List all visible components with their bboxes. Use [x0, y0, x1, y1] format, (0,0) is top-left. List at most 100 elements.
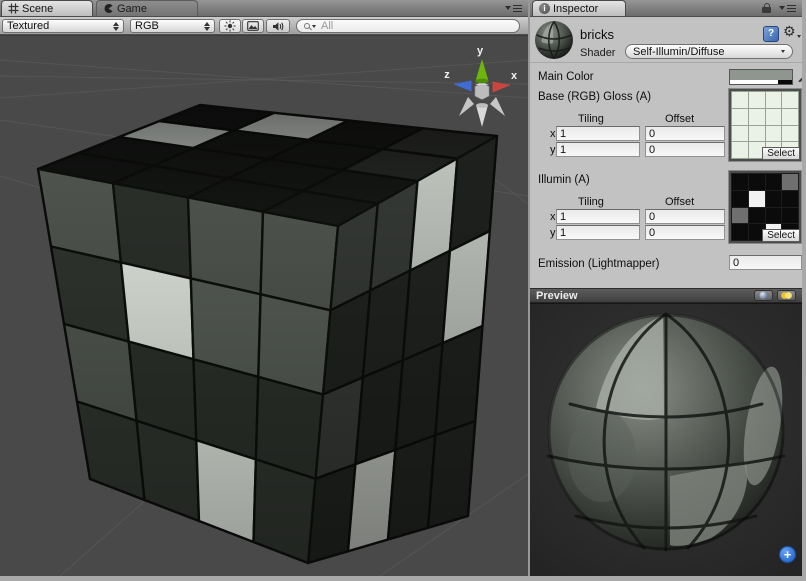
material-header: bricks Shader Self-Illumin/Diffuse ? ⚙	[530, 17, 802, 63]
base-tiling-y-input[interactable]	[556, 142, 640, 157]
orientation-gizmo[interactable]: y x z	[444, 45, 518, 127]
preview-lighting-button[interactable]	[777, 290, 796, 301]
info-icon: i	[539, 3, 550, 14]
sphere-icon	[759, 291, 768, 300]
tab-scene-label: Scene	[22, 3, 53, 15]
material-preview-area[interactable]: +	[530, 303, 802, 576]
tab-inspector-label: Inspector	[553, 3, 598, 15]
gizmo-z-axis-cone[interactable]	[453, 81, 472, 92]
alpha-bar	[730, 80, 792, 84]
eyedropper-icon[interactable]	[797, 67, 806, 82]
menu-bars-icon	[513, 5, 522, 13]
emission-label: Emission (Lightmapper)	[538, 258, 659, 270]
illumin-offset-x-input[interactable]	[645, 209, 725, 224]
inspector-tabbar: i Inspector	[530, 0, 802, 17]
updown-arrows-icon	[200, 22, 210, 31]
material-name: bricks	[580, 27, 614, 42]
gizmo-gray-cone	[459, 97, 474, 116]
gizmo-center-cube	[475, 83, 489, 100]
inspector-panel-menu-icon[interactable]	[779, 5, 802, 17]
illumin-select-button[interactable]: Select	[762, 229, 800, 242]
image-icon	[247, 21, 259, 31]
preview-add-button[interactable]: +	[779, 546, 796, 563]
lock-icon[interactable]	[762, 3, 771, 13]
scene-3d-render: y x z	[0, 36, 528, 576]
base-select-button[interactable]: Select	[762, 147, 800, 160]
preview-sphere-button[interactable]	[754, 290, 773, 301]
row-y-label: y	[550, 227, 556, 239]
scene-viewport[interactable]: y x z	[0, 36, 528, 576]
tab-scene[interactable]: Scene	[1, 0, 93, 16]
scene-toolbar: Textured RGB	[0, 17, 528, 35]
dropdown-triangle-icon	[505, 6, 511, 10]
render-mode-value: Textured	[7, 20, 49, 32]
base-tiling-x-input[interactable]	[556, 126, 640, 141]
illumin-map-label: Illumin (A)	[538, 174, 590, 186]
tiling-header: Tiling	[578, 196, 604, 208]
tab-game[interactable]: Game	[96, 0, 198, 16]
lights-icon	[780, 291, 793, 300]
illumin-tiling-y-input[interactable]	[556, 225, 640, 240]
audio-toggle-button[interactable]	[266, 19, 290, 33]
row-y-label: y	[550, 144, 556, 156]
illumin-tiling-x-input[interactable]	[556, 209, 640, 224]
scene-search-field[interactable]: All	[296, 19, 520, 33]
search-icon	[304, 23, 310, 29]
offset-header: Offset	[665, 196, 694, 208]
illumin-offset-y-input[interactable]	[645, 225, 725, 240]
main-color-swatch[interactable]	[729, 69, 793, 85]
search-filter-triangle-icon	[312, 25, 316, 28]
speaker-icon	[272, 21, 285, 32]
lighting-toggle-button[interactable]	[219, 19, 241, 33]
base-offset-y-input[interactable]	[645, 142, 725, 157]
skybox-toggle-button[interactable]	[242, 19, 264, 33]
color-mode-dropdown[interactable]: RGB	[130, 19, 215, 33]
preview-header[interactable]: Preview	[530, 288, 802, 303]
gizmo-y-label: y	[477, 45, 484, 57]
textured-cube[interactable]	[38, 105, 497, 563]
offset-header: Offset	[665, 113, 694, 125]
scene-tabbar: Scene Game	[0, 0, 528, 17]
base-offset-x-input[interactable]	[645, 126, 725, 141]
gear-icon: ⚙	[783, 24, 796, 40]
gizmo-y-axis-cone[interactable]	[476, 59, 489, 81]
scene-grid-icon	[8, 3, 19, 14]
row-x-label: x	[550, 211, 556, 223]
illumin-texture-thumbnail[interactable]: Select	[729, 171, 801, 243]
gizmo-gray-cone	[490, 97, 505, 116]
game-icon	[103, 3, 114, 14]
shader-label: Shader	[580, 47, 615, 59]
base-map-label: Base (RGB) Gloss (A)	[538, 91, 651, 103]
sun-icon	[224, 20, 236, 32]
inspector-panel: i Inspector	[528, 0, 802, 576]
shader-dropdown[interactable]: Self-Illumin/Diffuse	[625, 44, 793, 59]
help-icon[interactable]: ?	[763, 26, 779, 42]
dropdown-triangle-icon	[779, 6, 785, 10]
unity-editor-window: Scene Game Textured RGB	[0, 0, 806, 581]
shader-value: Self-Illumin/Diffuse	[633, 46, 725, 58]
preview-sphere	[530, 304, 802, 576]
gizmo-cone-base	[476, 103, 488, 108]
render-mode-dropdown[interactable]: Textured	[2, 19, 124, 33]
search-value: All	[321, 20, 333, 32]
row-x-label: x	[550, 128, 556, 140]
tiling-header: Tiling	[578, 113, 604, 125]
dropdown-triangle-icon	[777, 50, 785, 53]
menu-bars-icon	[787, 5, 796, 13]
settings-gear-button[interactable]: ⚙	[783, 24, 801, 40]
gizmo-x-label: x	[511, 70, 518, 82]
updown-arrows-icon	[109, 22, 119, 31]
color-mode-value: RGB	[135, 20, 159, 32]
preview-title: Preview	[536, 290, 578, 302]
main-color-label: Main Color	[538, 71, 594, 83]
scene-panel-menu-icon[interactable]	[505, 5, 528, 17]
tab-inspector[interactable]: i Inspector	[532, 0, 626, 16]
gizmo-gray-cone	[476, 105, 488, 127]
base-texture-thumbnail[interactable]: Select	[729, 89, 801, 161]
scene-panel: Scene Game Textured RGB	[0, 0, 528, 576]
gear-dropdown-triangle-icon	[797, 35, 801, 38]
material-preview-ball	[534, 20, 574, 60]
emission-input[interactable]	[729, 255, 802, 270]
tab-game-label: Game	[117, 3, 147, 15]
gizmo-y-cone-base	[476, 79, 489, 84]
